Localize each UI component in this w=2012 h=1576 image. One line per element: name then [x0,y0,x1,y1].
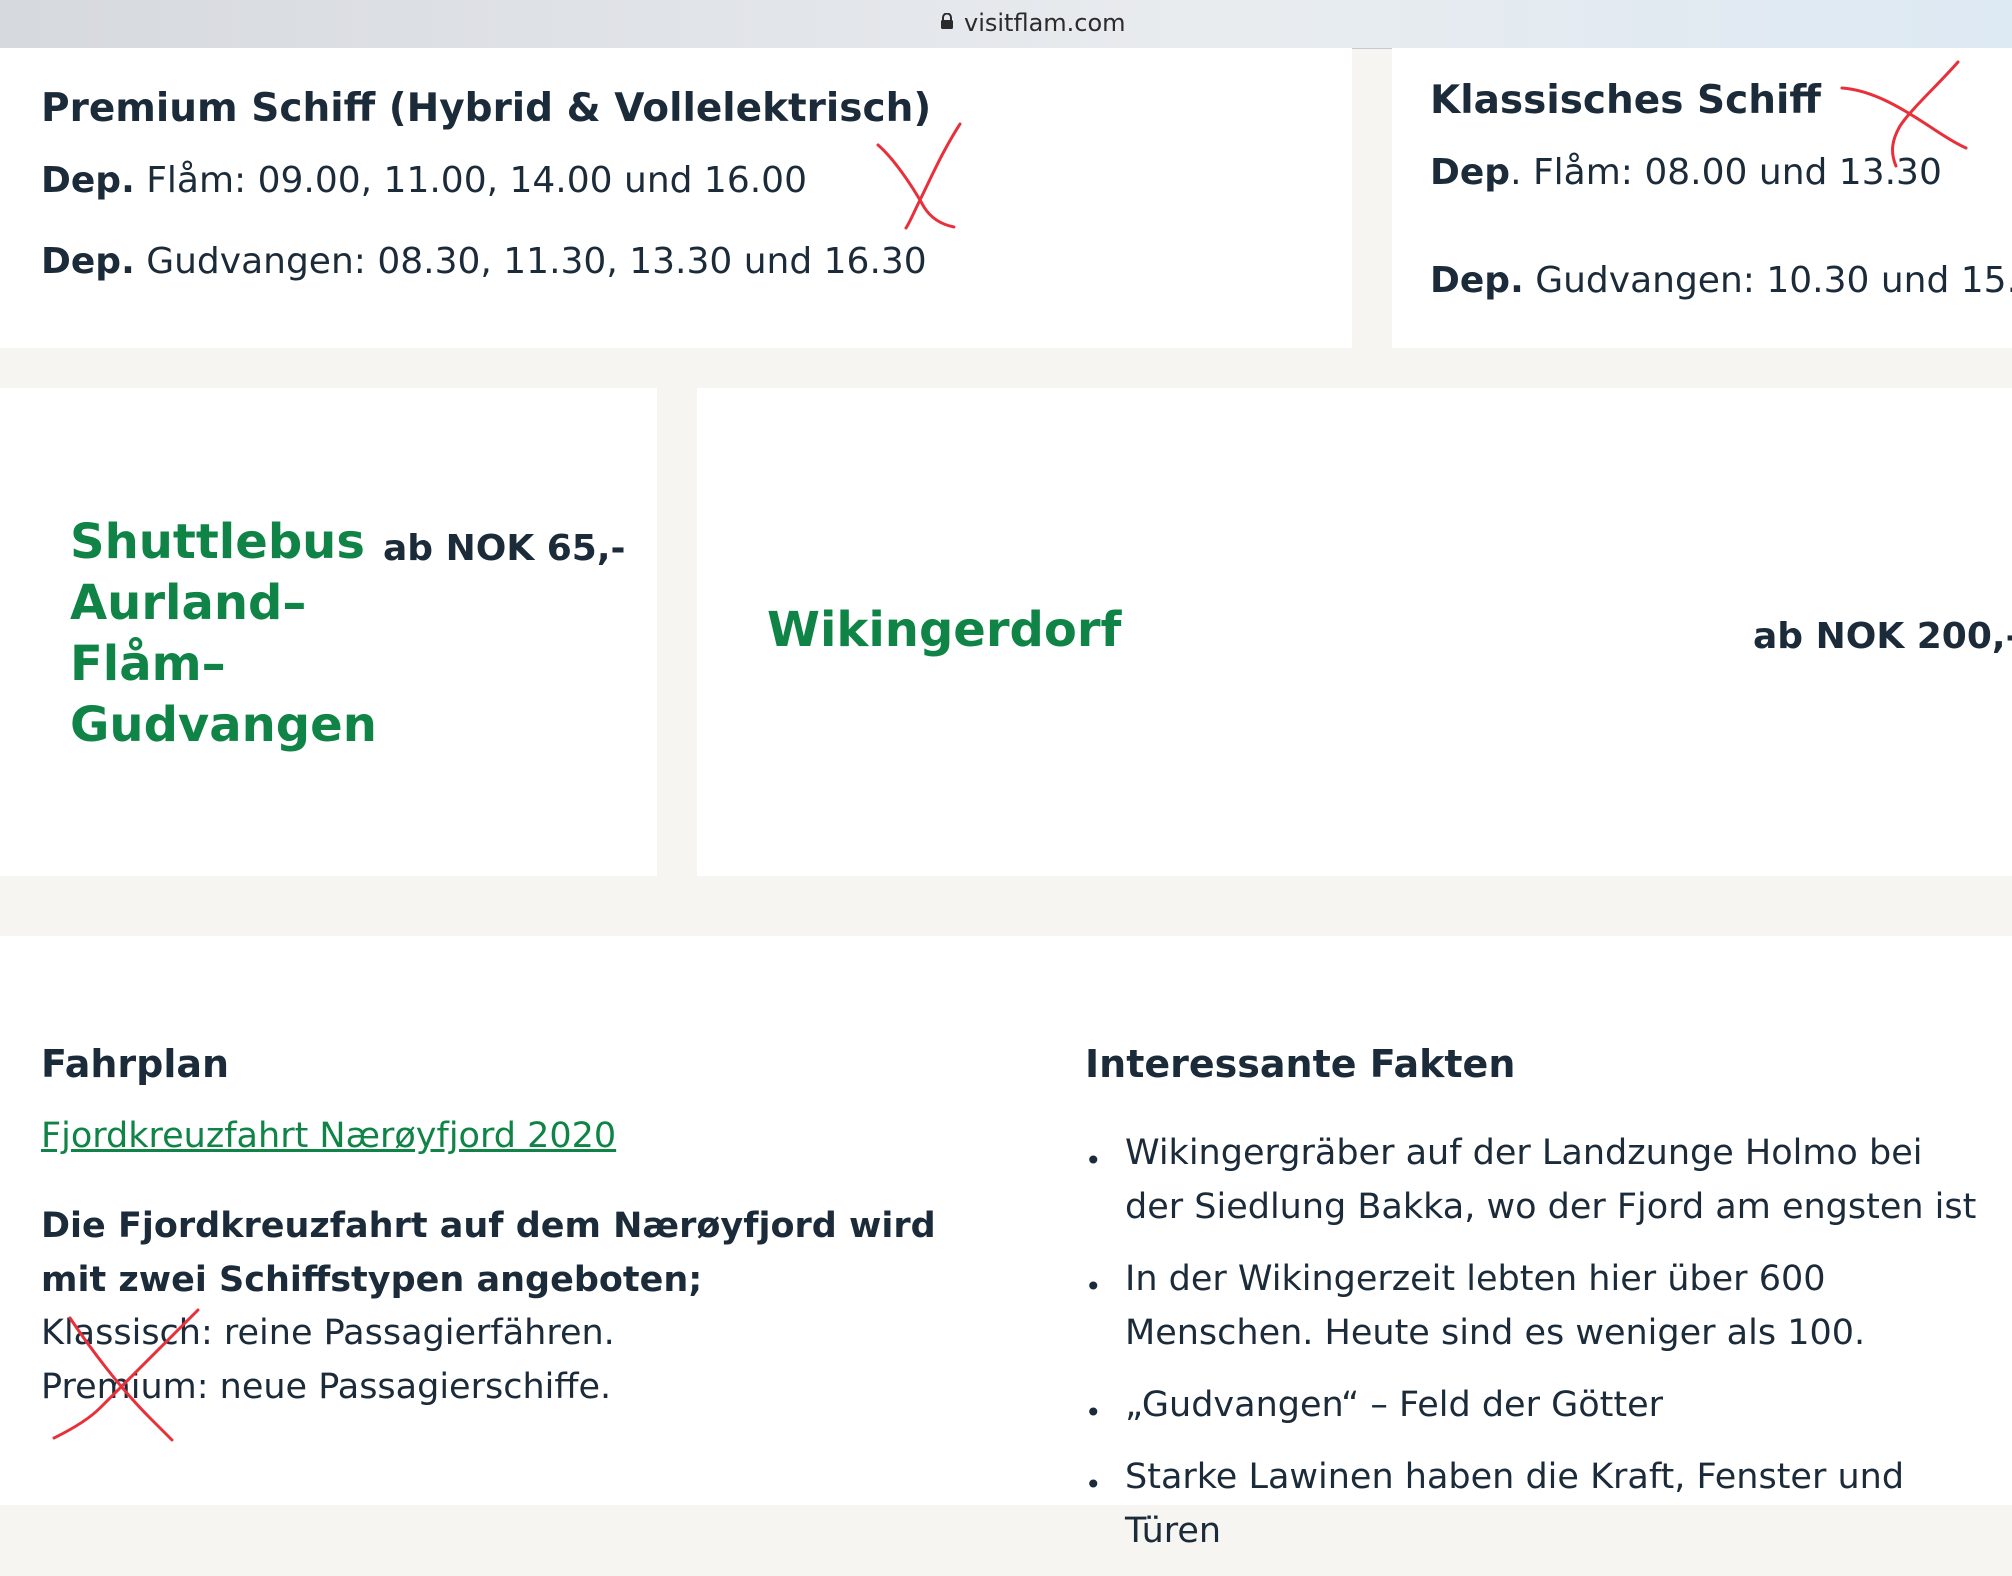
schedule-heading: Fahrplan [41,1042,230,1086]
list-item: Wikingergräber auf der Landzunge Holmo b… [1085,1126,1985,1234]
dep-times: Gudvangen: 08.30, 11.30, 13.30 und 16.30 [134,241,927,282]
schedule-intro: Die Fjordkreuzfahrt auf dem Nærøyfjord w… [41,1206,936,1300]
facts-list: Wikingergräber auf der Landzunge Holmo b… [1085,1126,1985,1576]
premium-departure-flam: Dep. Flåm: 09.00, 11.00, 14.00 und 16.00 [41,158,807,204]
ship-type-classic: Klassisch: reine Passagierfähren. [41,1313,615,1353]
dep-label: Dep. [41,241,135,282]
premium-ship-title: Premium Schiff (Hybrid & Vollelektrisch) [41,86,932,131]
browser-address-bar[interactable]: visitflam.com [0,0,2012,49]
dep-label: Dep [1430,152,1511,193]
shuttlebus-card[interactable]: Shuttlebus Aurland– Flåm– Gudvangen ab N… [0,388,657,876]
content-section: Fahrplan Fjordkreuzfahrt Nærøyfjord 2020… [0,936,2012,1551]
url-text: visitflam.com [964,9,1126,37]
wikingerdorf-price: ab NOK 200,- [1753,616,2012,657]
title-line: Gudvangen [70,697,377,753]
dep-label: Dep. [41,160,135,201]
title-line: Flåm– [70,636,226,692]
classic-ship-card: Klassisches Schiff Dep. Flåm: 08.00 und … [1392,48,2012,348]
ship-type-premium: Premium: neue Passagierschiffe. [41,1367,612,1407]
wikingerdorf-card[interactable]: Wikingerdorf ab NOK 200,- [697,388,2012,876]
lock-icon [941,13,953,29]
dep-times: . Flåm: 08.00 und 13.30 [1510,152,1942,193]
dep-label: Dep. [1430,260,1524,301]
classic-ship-title: Klassisches Schiff [1430,78,1821,123]
premium-ship-card: Premium Schiff (Hybrid & Vollelektrisch)… [0,48,1352,348]
classic-departure-flam: Dep. Flåm: 08.00 und 13.30 [1430,150,1942,196]
facts-heading: Interessante Fakten [1085,1042,1516,1086]
title-line: Shuttlebus [70,514,365,570]
shuttlebus-price: ab NOK 65,- [383,528,626,569]
premium-departure-gudvangen: Dep. Gudvangen: 08.30, 11.30, 13.30 und … [41,239,927,285]
classic-departure-gudvangen: Dep. Gudvangen: 10.30 und 15.45 [1430,258,2012,304]
dep-times: Gudvangen: 10.30 und 15.45 [1523,260,2012,301]
shuttlebus-title[interactable]: Shuttlebus Aurland– Flåm– Gudvangen [70,512,377,756]
wikingerdorf-title[interactable]: Wikingerdorf [767,600,1121,661]
title-line: Aurland– [70,575,307,631]
list-item: „Gudvangen“ – Feld der Götter [1085,1378,1985,1440]
list-item: Starke Lawinen haben die Kraft, Fenster … [1085,1450,1985,1558]
schedule-link[interactable]: Fjordkreuzfahrt Nærøyfjord 2020 [41,1113,616,1159]
list-item: In der Wikingerzeit lebten hier über 600… [1085,1252,1985,1360]
dep-times: Flåm: 09.00, 11.00, 14.00 und 16.00 [134,160,807,201]
